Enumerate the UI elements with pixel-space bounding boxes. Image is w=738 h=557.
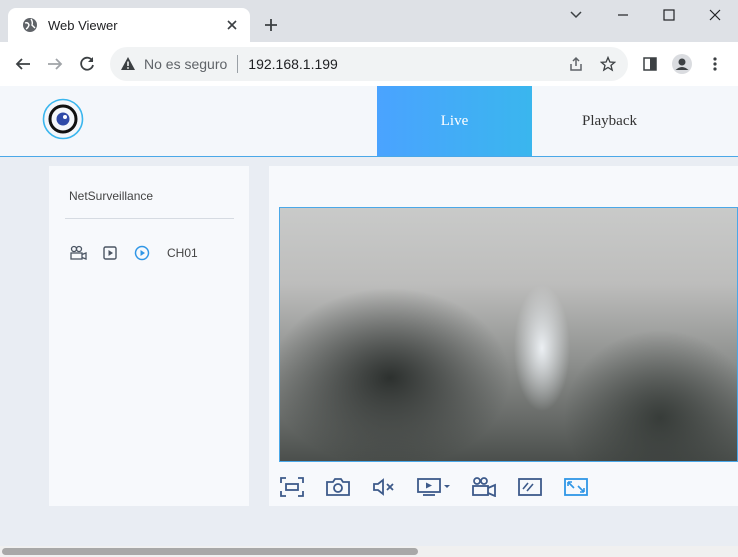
- record-icon[interactable]: [471, 476, 497, 498]
- close-icon[interactable]: [224, 17, 240, 33]
- reload-button[interactable]: [75, 52, 99, 76]
- tab-playback[interactable]: Playback: [532, 86, 687, 156]
- channel-label[interactable]: CH01: [167, 246, 198, 260]
- minimize-button[interactable]: [600, 0, 646, 30]
- live-panel: [269, 166, 738, 506]
- aspect-fit-icon[interactable]: [563, 476, 589, 498]
- forward-icon: [48, 58, 63, 70]
- device-name: NetSurveillance: [69, 189, 154, 203]
- stream-select-icon[interactable]: [417, 476, 451, 498]
- app-header: Live Playback: [0, 86, 738, 157]
- playback-icon[interactable]: [101, 244, 119, 262]
- tab-bar: Web Viewer: [0, 0, 738, 42]
- mute-icon[interactable]: [371, 476, 397, 498]
- address-bar[interactable]: No es seguro 192.168.1.199: [110, 47, 628, 81]
- snapshot-icon[interactable]: [325, 476, 351, 498]
- fullscreen-icon[interactable]: [279, 476, 305, 498]
- maximize-button[interactable]: [646, 0, 692, 30]
- tab-live[interactable]: Live: [377, 86, 532, 156]
- new-tab-button[interactable]: [260, 14, 282, 36]
- back-button[interactable]: [11, 52, 35, 76]
- url-text[interactable]: 192.168.1.199: [248, 56, 554, 72]
- tab-title: Web Viewer: [48, 17, 118, 33]
- channel-row[interactable]: CH01: [69, 244, 198, 262]
- divider: [65, 218, 234, 219]
- sidebar-icon[interactable]: [638, 52, 662, 76]
- page: Live Playback NetSurveillance CH01: [0, 86, 738, 557]
- share-icon[interactable]: [566, 54, 586, 74]
- profile-icon[interactable]: [670, 52, 694, 76]
- star-icon[interactable]: [598, 54, 618, 74]
- camera-group-icon[interactable]: [69, 244, 87, 262]
- browser-toolbar: No es seguro 192.168.1.199: [0, 42, 738, 86]
- browser-tab[interactable]: Web Viewer: [8, 8, 250, 42]
- reload-icon: [80, 56, 94, 71]
- browser-chrome: Web Viewer No es seguro 192.168.1.199: [0, 0, 738, 86]
- video-toolbar: [279, 476, 609, 498]
- scrollbar-thumb[interactable]: [2, 548, 418, 555]
- window-close-icon: [709, 9, 721, 21]
- security-label[interactable]: No es seguro: [144, 56, 227, 72]
- video-feed[interactable]: [279, 207, 738, 462]
- horizontal-scrollbar[interactable]: [0, 546, 738, 557]
- minimize-icon: [618, 14, 628, 16]
- forward-button[interactable]: [43, 52, 67, 76]
- address-separator: [237, 55, 239, 73]
- window-close-button[interactable]: [692, 0, 738, 30]
- stretch-icon[interactable]: [517, 476, 543, 498]
- play-circle-icon[interactable]: [133, 244, 151, 262]
- logo-icon: [42, 98, 84, 140]
- globe-icon: [22, 17, 38, 33]
- back-icon: [15, 58, 30, 70]
- plus-icon: [265, 19, 277, 31]
- chevron-down-icon: [570, 11, 582, 19]
- device-sidebar: NetSurveillance CH01: [49, 166, 249, 506]
- maximize-icon: [663, 9, 675, 21]
- menu-icon[interactable]: [703, 52, 727, 76]
- warning-icon[interactable]: [120, 56, 136, 72]
- tab-search-button[interactable]: [553, 0, 599, 30]
